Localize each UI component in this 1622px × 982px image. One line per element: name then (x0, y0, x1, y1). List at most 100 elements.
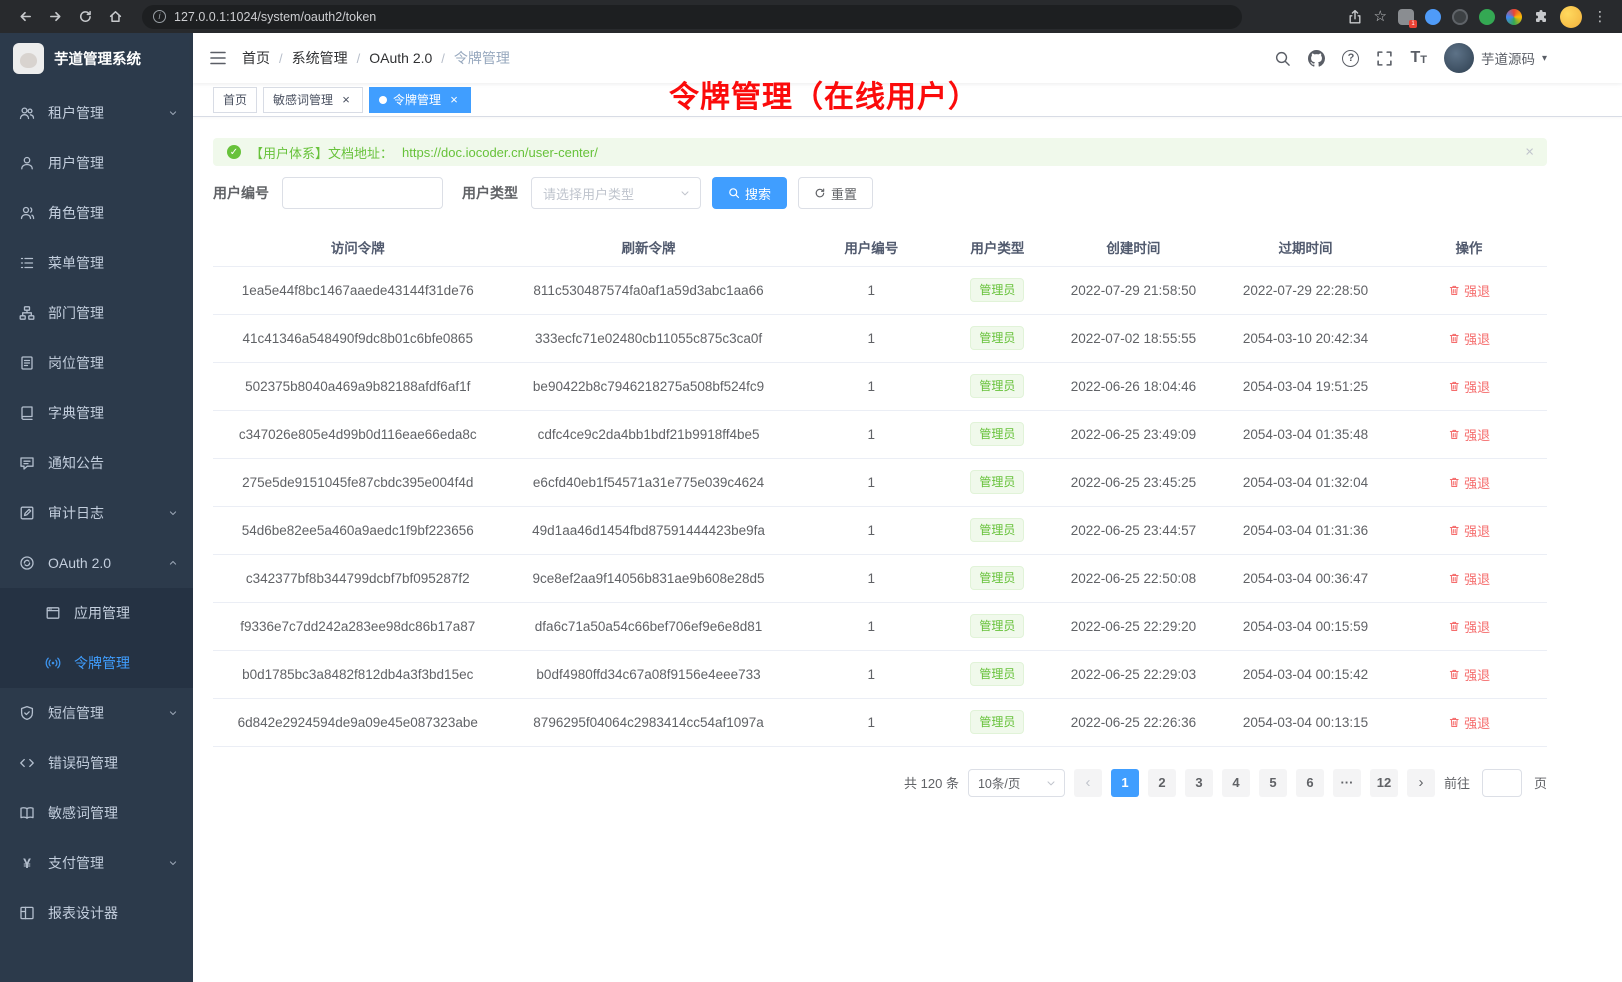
expire-time-cell: 2054-03-04 19:51:25 (1220, 362, 1391, 410)
force-logout-button[interactable]: 强退 (1448, 713, 1491, 732)
browser-menu-icon[interactable]: ⋮ (1593, 8, 1607, 25)
sidebar-item-audit-log[interactable]: 审计日志 (0, 488, 193, 538)
access-token-cell: f9336e7c7dd242a283ee98dc86b17a87 (213, 602, 502, 650)
chevron-down-icon (679, 187, 691, 199)
col-user-type: 用户类型 (948, 228, 1047, 266)
site-info-icon[interactable]: i (153, 10, 166, 23)
fullscreen-icon[interactable] (1376, 50, 1393, 67)
sidebar-item-menu[interactable]: 菜单管理 (0, 238, 193, 288)
breadcrumb-system[interactable]: 系统管理 (292, 48, 348, 68)
page-button-12[interactable]: 12 (1370, 769, 1398, 797)
role-icon (19, 205, 35, 221)
font-size-small: T (1420, 55, 1427, 66)
sidebar-item-post[interactable]: 岗位管理 (0, 338, 193, 388)
search-icon[interactable] (1274, 50, 1291, 67)
sidebar-item-department[interactable]: 部门管理 (0, 288, 193, 338)
sidebar-item-notice[interactable]: 通知公告 (0, 438, 193, 488)
force-logout-button[interactable]: 强退 (1448, 665, 1491, 684)
sidebar-item-oauth2[interactable]: OAuth 2.0 (0, 538, 193, 588)
tab-token-management[interactable]: 令牌管理 × (369, 87, 471, 113)
user-type-select[interactable]: 请选择用户类型 (531, 177, 701, 209)
doc-alert: ✓ 【用户体系】文档地址： https://doc.iocoder.cn/use… (213, 138, 1547, 166)
doc-link[interactable]: https://doc.iocoder.cn/user-center/ (402, 145, 598, 160)
sidebar-item-sensitive-word[interactable]: 敏感词管理 (0, 788, 193, 838)
alert-close-icon[interactable]: × (1525, 144, 1534, 161)
help-icon[interactable]: ? (1342, 50, 1359, 67)
sidebar-item-tenant[interactable]: 租户管理 (0, 88, 193, 138)
force-logout-label: 强退 (1464, 281, 1490, 300)
browser-back-button[interactable] (12, 4, 38, 30)
expire-time-cell: 2054-03-04 00:15:42 (1220, 650, 1391, 698)
sidebar-item-label: 短信管理 (48, 703, 104, 723)
force-logout-button[interactable]: 强退 (1448, 569, 1491, 588)
close-icon[interactable]: × (447, 93, 461, 107)
force-logout-button[interactable]: 强退 (1448, 521, 1491, 540)
user-menu[interactable]: 芋道源码 ▾ (1444, 43, 1547, 73)
sidebar-item-user[interactable]: 用户管理 (0, 138, 193, 188)
sidebar-item-error-code[interactable]: 错误码管理 (0, 738, 193, 788)
close-icon[interactable]: × (339, 93, 353, 107)
active-dot-icon (379, 96, 387, 104)
table-row: b0d1785bc3a8482f812db4a3f3bd15ec b0df498… (213, 650, 1547, 698)
page-button-6[interactable]: 6 (1296, 769, 1324, 797)
page-button-1[interactable]: 1 (1111, 769, 1139, 797)
sidebar-toggle-icon[interactable] (209, 49, 227, 67)
share-icon[interactable] (1347, 9, 1363, 25)
user-id-input[interactable] (282, 177, 443, 209)
font-size-icon[interactable]: TT (1410, 50, 1427, 66)
user-avatar (1444, 43, 1474, 73)
force-logout-button[interactable]: 强退 (1448, 281, 1491, 300)
browser-actions: ☆ 1 ⋮ (1347, 6, 1610, 28)
page-size-select[interactable]: 10条/页 (968, 769, 1065, 797)
sidebar-item-sms[interactable]: 短信管理 (0, 688, 193, 738)
extensions-puzzle-icon[interactable] (1533, 9, 1549, 25)
page-button-5[interactable]: 5 (1259, 769, 1287, 797)
user-id-cell: 1 (795, 506, 948, 554)
browser-profile-avatar[interactable] (1560, 6, 1582, 28)
next-page-button[interactable]: › (1407, 769, 1435, 797)
sidebar-item-payment[interactable]: ¥ 支付管理 (0, 838, 193, 888)
page-button-4[interactable]: 4 (1222, 769, 1250, 797)
force-logout-button[interactable]: 强退 (1448, 329, 1491, 348)
page-button-3[interactable]: 3 (1185, 769, 1213, 797)
app-logo[interactable]: 芋道管理系统 (0, 33, 193, 83)
more-pages-button[interactable]: ··· (1333, 769, 1361, 797)
sidebar-item-report-designer[interactable]: 报表设计器 (0, 888, 193, 938)
github-icon[interactable] (1308, 50, 1325, 67)
bookmark-star-icon[interactable]: ☆ (1374, 9, 1387, 24)
access-token-cell: 275e5de9151045fe87cbdc395e004f4d (213, 458, 502, 506)
extension-icon-dark[interactable] (1452, 9, 1468, 25)
table-row: f9336e7c7dd242a283ee98dc86b17a87 dfa6c71… (213, 602, 1547, 650)
prev-page-button[interactable]: ‹ (1074, 769, 1102, 797)
tab-sensitive-word[interactable]: 敏感词管理 × (263, 87, 363, 113)
refresh-token-cell: 49d1aa46d1454fbd87591444423be9fa (502, 506, 794, 554)
sidebar-item-role[interactable]: 角色管理 (0, 188, 193, 238)
browser-forward-button[interactable] (42, 4, 68, 30)
action-cell: 强退 (1391, 410, 1547, 458)
page-button-2[interactable]: 2 (1148, 769, 1176, 797)
browser-home-button[interactable] (102, 4, 128, 30)
pagination: 共 120 条 10条/页 ‹ 1 2 3 4 5 6 ··· 12 › 前往 … (213, 769, 1547, 797)
sidebar-item-app-management[interactable]: 应用管理 (0, 588, 193, 638)
force-logout-button[interactable]: 强退 (1448, 377, 1491, 396)
force-logout-button[interactable]: 强退 (1448, 473, 1491, 492)
goto-page-input[interactable] (1482, 769, 1522, 797)
extension-icon-gray[interactable]: 1 (1398, 9, 1414, 25)
extension-icon-green[interactable] (1479, 9, 1495, 25)
extension-icon-blue[interactable] (1425, 9, 1441, 25)
dictionary-icon (19, 405, 35, 421)
force-logout-button[interactable]: 强退 (1448, 617, 1491, 636)
breadcrumb-home[interactable]: 首页 (242, 48, 270, 68)
browser-reload-button[interactable] (72, 4, 98, 30)
sidebar-item-dictionary[interactable]: 字典管理 (0, 388, 193, 438)
address-bar[interactable]: i 127.0.0.1:1024/system/oauth2/token (142, 5, 1242, 29)
search-button[interactable]: 搜索 (712, 177, 787, 209)
success-check-icon: ✓ (227, 145, 241, 159)
force-logout-button[interactable]: 强退 (1448, 425, 1491, 444)
sidebar-item-token-management[interactable]: 令牌管理 (0, 638, 193, 688)
create-time-cell: 2022-06-25 22:26:36 (1047, 698, 1220, 746)
extension-icon-colorful[interactable] (1506, 9, 1522, 25)
reset-button[interactable]: 重置 (798, 177, 873, 209)
tab-home[interactable]: 首页 (213, 87, 257, 113)
breadcrumb-oauth[interactable]: OAuth 2.0 (369, 50, 432, 66)
